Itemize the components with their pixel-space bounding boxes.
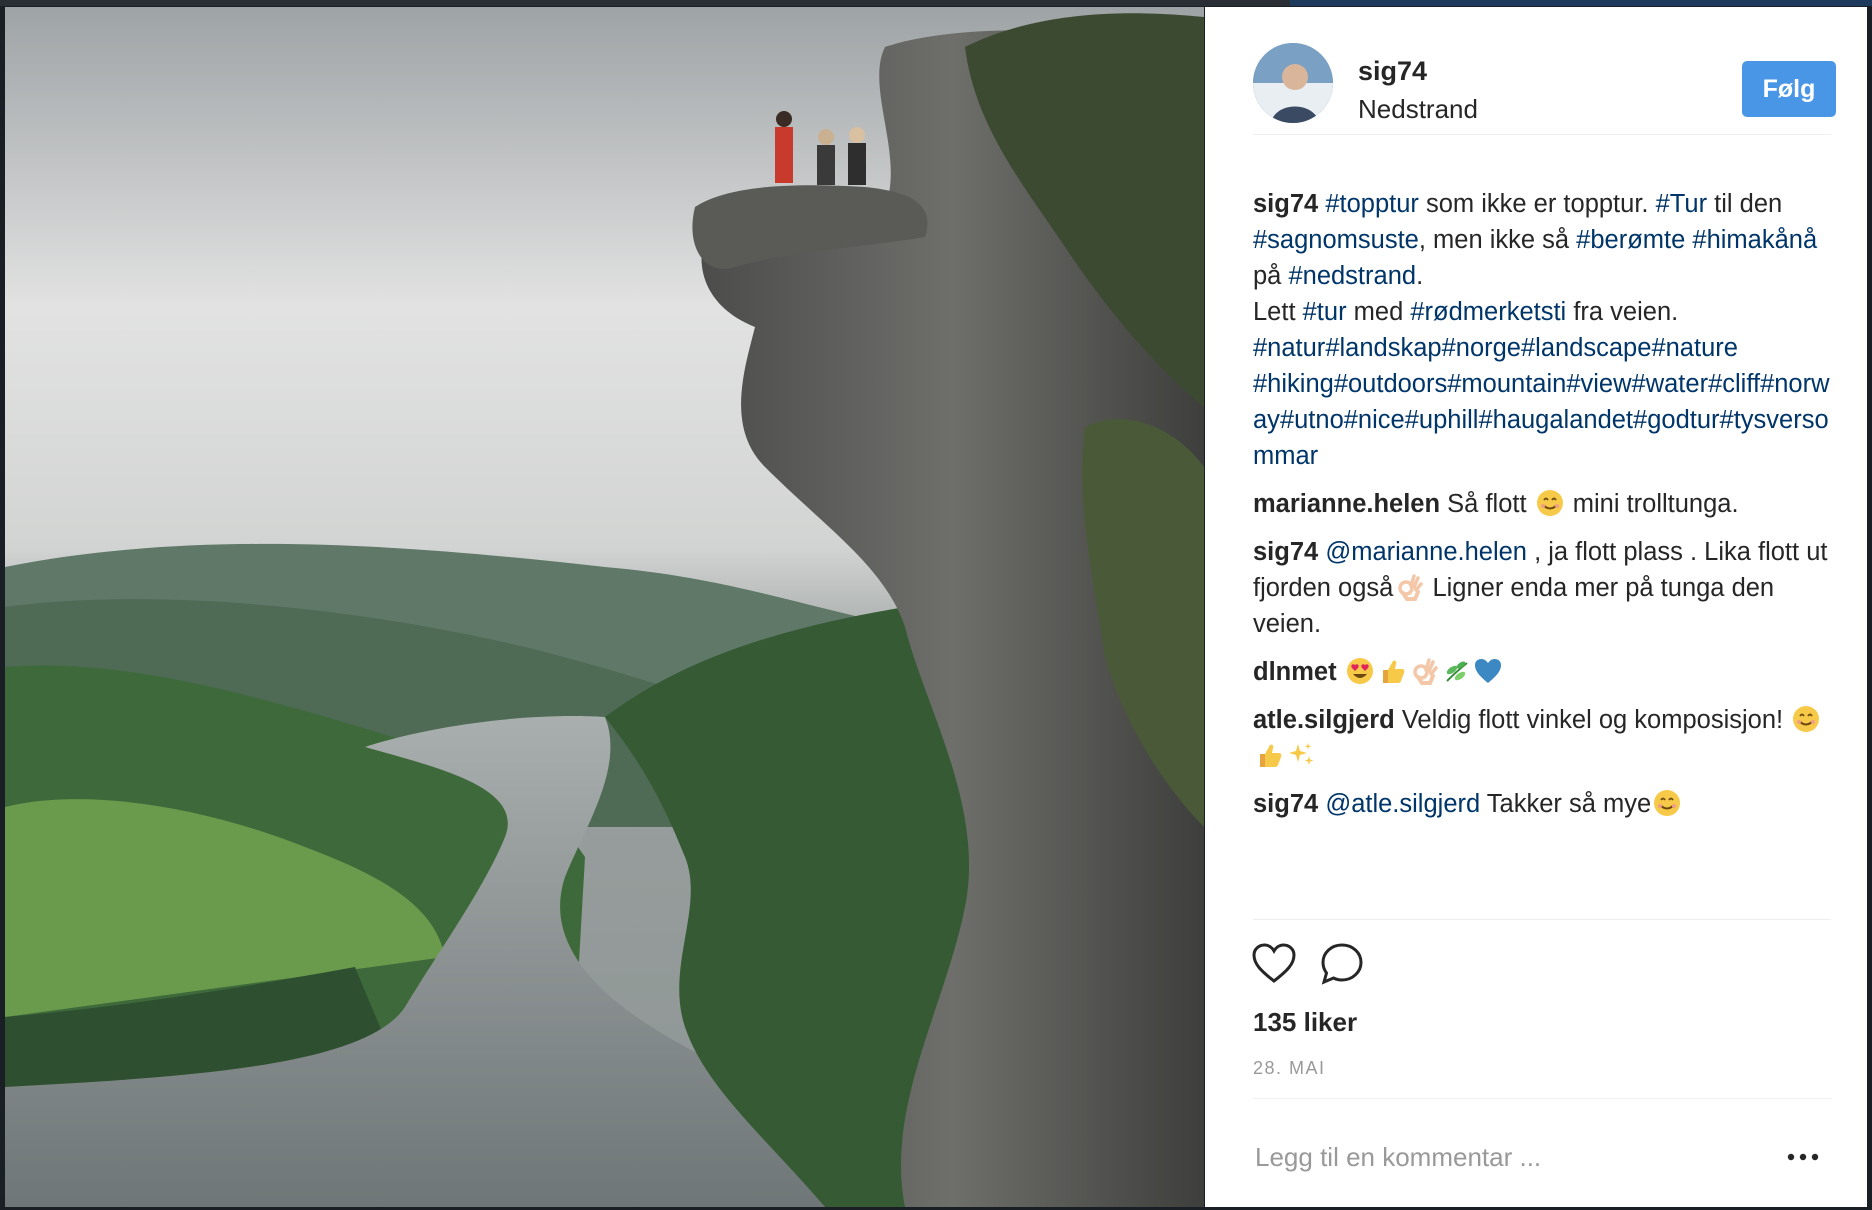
comment: dlnmet [1253,654,1833,690]
comment-author[interactable]: dlnmet [1253,658,1337,686]
hashtag-link[interactable]: #utno [1280,406,1344,434]
hashtag-link[interactable]: #godtur [1633,406,1720,434]
add-comment-input[interactable] [1255,1127,1755,1187]
comment-text: Takker så mye [1480,790,1652,818]
post-date[interactable]: 28. MAI [1253,1058,1326,1079]
fjord-cliff-illustration [5,7,1204,1207]
hashtag-link[interactable]: #topptur [1325,190,1419,218]
herb-emoji [1445,661,1468,682]
heart-icon[interactable] [1249,939,1299,989]
blue-heart-emoji [1474,659,1501,683]
hashtag-link[interactable]: #outdoors [1334,370,1447,398]
hashtag-link[interactable]: #uphill [1405,406,1479,434]
heart-eyes-emoji [1346,658,1373,684]
comment-text: Så flott [1447,490,1534,518]
follow-button[interactable]: Følg [1742,61,1836,117]
comment-text: , men ikke så [1418,226,1577,254]
top-strip-accent [1290,0,1872,6]
comment: atle.silgjerd Veldig flott vinkel og kom… [1253,702,1833,774]
likes-count[interactable]: 135 liker [1253,1007,1357,1038]
comments-list: sig74 #topptur som ikke er topptur. #Tur… [1253,186,1833,834]
comment-text: . [1416,262,1424,290]
hashtag-link[interactable]: #sagnomsuste [1253,226,1419,254]
hashtag-link[interactable]: #hiking [1253,370,1334,398]
hashtag-link[interactable]: #rødmerketsti [1410,298,1566,326]
comment-author[interactable]: marianne.helen [1253,490,1440,518]
hashtag-link[interactable]: #natur [1253,334,1325,362]
comment-divider [1253,1098,1831,1099]
comment-text: mini trolltunga. [1565,490,1739,518]
post-photo[interactable] [5,7,1204,1207]
comment-text: Lett [1253,298,1303,326]
comment-bubble-icon[interactable] [1317,939,1367,989]
ok-hand-emoji [1412,658,1438,685]
thumbs-up-emoji [1382,660,1405,683]
hashtag-link[interactable]: #cliff [1708,370,1760,398]
comment-text: Veldig flott vinkel og komposisjon! [1401,706,1791,734]
avatar[interactable] [1253,43,1333,123]
comment-text: fra veien. [1566,298,1679,326]
comment-text: til den [1707,190,1783,218]
hashtag-link[interactable]: #mountain [1447,370,1566,398]
comment-text: som ikke er topptur. [1418,190,1656,218]
browser-top-strip [0,0,1872,6]
hashtag-link[interactable]: #water [1632,370,1709,398]
post-header: sig74 Nedstrand Følg [1253,43,1836,133]
post-author-username[interactable]: sig74 [1358,56,1427,87]
smiling-face-emoji [1654,790,1681,816]
mention-link[interactable]: @atle.silgjerd [1325,790,1480,818]
hashtag-link[interactable]: #landscape [1521,334,1651,362]
post-location[interactable]: Nedstrand [1358,94,1478,125]
thumbs-up-emoji [1260,744,1282,767]
post-panel: sig74 Nedstrand Følg sig74 #topptur som … [1205,7,1867,1207]
comment-text: med [1346,298,1411,326]
more-options-icon[interactable] [1785,1142,1821,1172]
hashtag-link[interactable]: #nature [1651,334,1738,362]
comment-author[interactable]: sig74 [1253,538,1318,566]
hashtag-link[interactable]: #nedstrand [1288,262,1416,290]
hashtag-link[interactable]: #himakånå [1692,226,1817,254]
mention-link[interactable]: @marianne.helen [1325,538,1527,566]
smiling-face-emoji [1536,490,1563,516]
hashtag-link[interactable]: #view [1566,370,1631,398]
comment: sig74 @marianne.helen , ja flott plass .… [1253,534,1833,642]
hashtag-link[interactable]: #nice [1344,406,1405,434]
hashtag-link[interactable]: #haugalandet [1478,406,1633,434]
hashtag-link[interactable]: #Tur [1656,190,1708,218]
comment: marianne.helen Så flott mini trolltunga. [1253,486,1833,522]
comment-author[interactable]: atle.silgjerd [1253,706,1395,734]
avatar-photo [1253,43,1333,123]
comment-author[interactable]: sig74 [1253,790,1318,818]
comment: sig74 @atle.silgjerd Takker så mye [1253,786,1833,822]
smiling-face-emoji [1793,706,1820,732]
comment-author[interactable]: sig74 [1253,190,1318,218]
header-divider [1253,134,1831,135]
hashtag-link[interactable]: #berømte [1576,226,1685,254]
sparkles-emoji [1289,743,1314,765]
hashtag-link[interactable]: #landskap [1325,334,1441,362]
action-bar [1249,939,1449,989]
post-caption: sig74 #topptur som ikke er topptur. #Tur… [1253,186,1833,474]
ok-hand-emoji [1398,574,1424,601]
hashtag-link[interactable]: #norge [1442,334,1521,362]
comment-text: på [1253,262,1289,290]
actions-divider [1253,919,1831,920]
hashtag-link[interactable]: #tur [1303,298,1347,326]
